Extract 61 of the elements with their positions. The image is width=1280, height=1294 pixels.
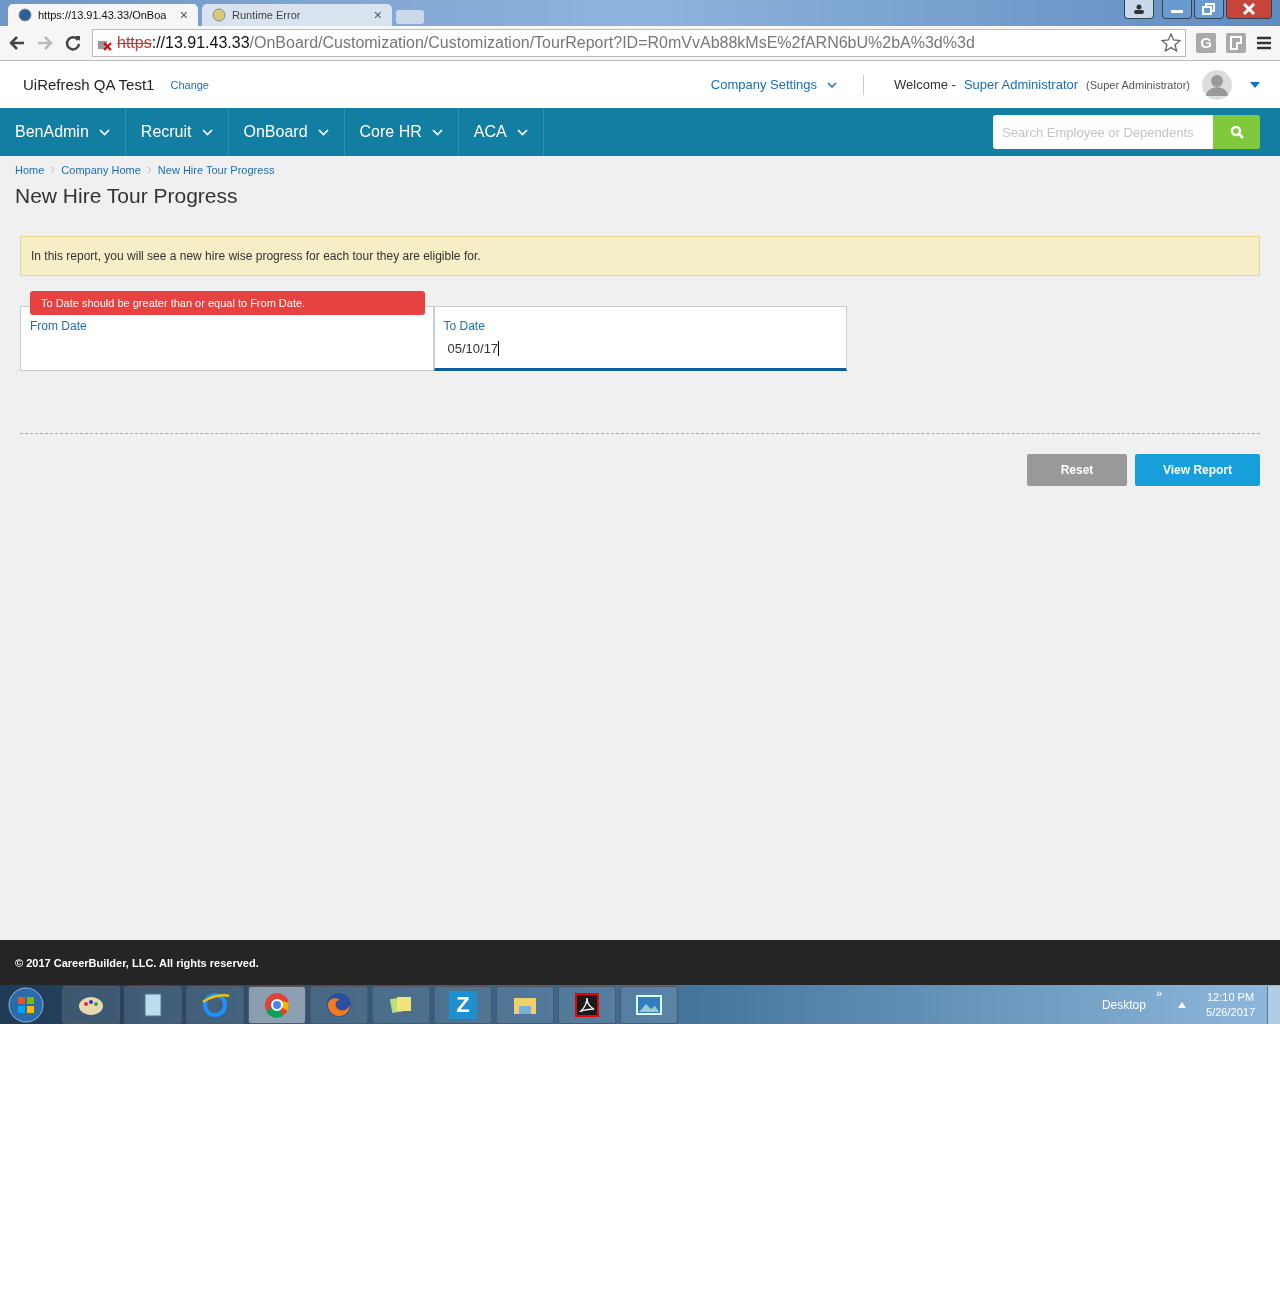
show-desktop-button[interactable] bbox=[1267, 985, 1280, 1024]
star-icon[interactable] bbox=[1161, 33, 1181, 53]
profile-button[interactable] bbox=[1124, 0, 1154, 19]
breadcrumb-link[interactable]: Home bbox=[15, 164, 45, 176]
close-button[interactable] bbox=[1226, 0, 1272, 19]
close-icon bbox=[1242, 3, 1256, 15]
chevron-icon bbox=[146, 166, 152, 174]
taskbar-app[interactable] bbox=[372, 985, 430, 1024]
taskbar-app[interactable] bbox=[124, 985, 182, 1024]
copyright-text: © 2017 CareerBuilder, LLC. All rights reserved. bbox=[15, 956, 259, 969]
error-tooltip: To Date should be greater than or equal to From Date. bbox=[30, 291, 425, 315]
taskbar-app[interactable] bbox=[186, 985, 244, 1024]
chevron-down-icon bbox=[431, 128, 443, 136]
browser-tab[interactable]: https://13.91.43.33/OnBoa × bbox=[8, 4, 198, 26]
date-field[interactable]: To Date 05/10/17 bbox=[433, 306, 847, 371]
start-button[interactable] bbox=[8, 986, 44, 1023]
chevron-down-icon bbox=[827, 80, 837, 89]
user-role: (Super Administrator) bbox=[1086, 78, 1190, 91]
search-icon bbox=[1229, 125, 1244, 139]
chevron-down-icon bbox=[317, 128, 329, 136]
caret-icon[interactable] bbox=[1250, 81, 1260, 88]
restore-icon bbox=[1202, 3, 1216, 15]
taskbar-app[interactable] bbox=[620, 985, 678, 1024]
avatar-icon[interactable] bbox=[1202, 69, 1232, 100]
desktop-toolbar-label[interactable]: Desktop bbox=[1101, 997, 1146, 1012]
back-icon[interactable] bbox=[8, 34, 26, 52]
action-button[interactable]: Reset bbox=[1027, 454, 1127, 486]
globe-icon bbox=[212, 8, 226, 22]
taskbar-app[interactable] bbox=[248, 985, 306, 1024]
taskbar-app[interactable]: Z bbox=[434, 985, 492, 1024]
taskbar-app[interactable] bbox=[558, 985, 616, 1024]
taskbar-app[interactable] bbox=[496, 985, 554, 1024]
clock-date: 5/26/2017 bbox=[1206, 1006, 1255, 1018]
restore-button[interactable] bbox=[1194, 0, 1224, 19]
page-title: New Hire Tour Progress bbox=[15, 184, 239, 208]
chevron-down-icon bbox=[516, 128, 528, 136]
action-button[interactable]: View Report bbox=[1135, 454, 1260, 486]
address-field[interactable]: https://13.91.43.33/OnBoard/Customization/Customization/TourReport?ID=R0mVvAb88kMsE%2fARN6bU%2bA%3d%3d bbox=[92, 29, 1186, 57]
chevron-down-icon bbox=[98, 128, 110, 136]
search-field[interactable]: Search Employee or Dependents bbox=[993, 115, 1213, 149]
breadcrumb-link[interactable]: Company Home bbox=[61, 164, 141, 176]
globe-icon bbox=[18, 8, 32, 22]
breadcrumb-link[interactable]: New Hire Tour Progress bbox=[157, 164, 275, 176]
close-button[interactable]: × bbox=[179, 7, 188, 23]
taskbar-app[interactable] bbox=[62, 985, 120, 1024]
company-settings-menu[interactable]: Company Settings bbox=[710, 77, 837, 92]
welcome-label: Welcome - bbox=[894, 77, 956, 92]
user-icon bbox=[1133, 4, 1145, 14]
close-button[interactable]: × bbox=[373, 7, 382, 23]
reload-icon[interactable] bbox=[64, 34, 82, 52]
chevron-icon bbox=[50, 166, 56, 174]
chevron-down-icon bbox=[201, 128, 213, 136]
clock-time: 12:10 PM bbox=[1207, 991, 1255, 1003]
user-link[interactable]: Super Administrator bbox=[963, 77, 1079, 92]
chevron-text[interactable]: » bbox=[1155, 987, 1163, 999]
minimize-button[interactable] bbox=[1162, 0, 1192, 19]
browser-tab[interactable]: Runtime Error × bbox=[202, 4, 392, 26]
info-banner: In this report, you will see a new hire wise progress for each tour they are eligible for. bbox=[20, 236, 1260, 276]
change-link[interactable]: Change bbox=[170, 78, 209, 91]
company-name: UiRefresh QA Test1 bbox=[23, 76, 155, 93]
menu-icon[interactable] bbox=[1256, 35, 1272, 51]
